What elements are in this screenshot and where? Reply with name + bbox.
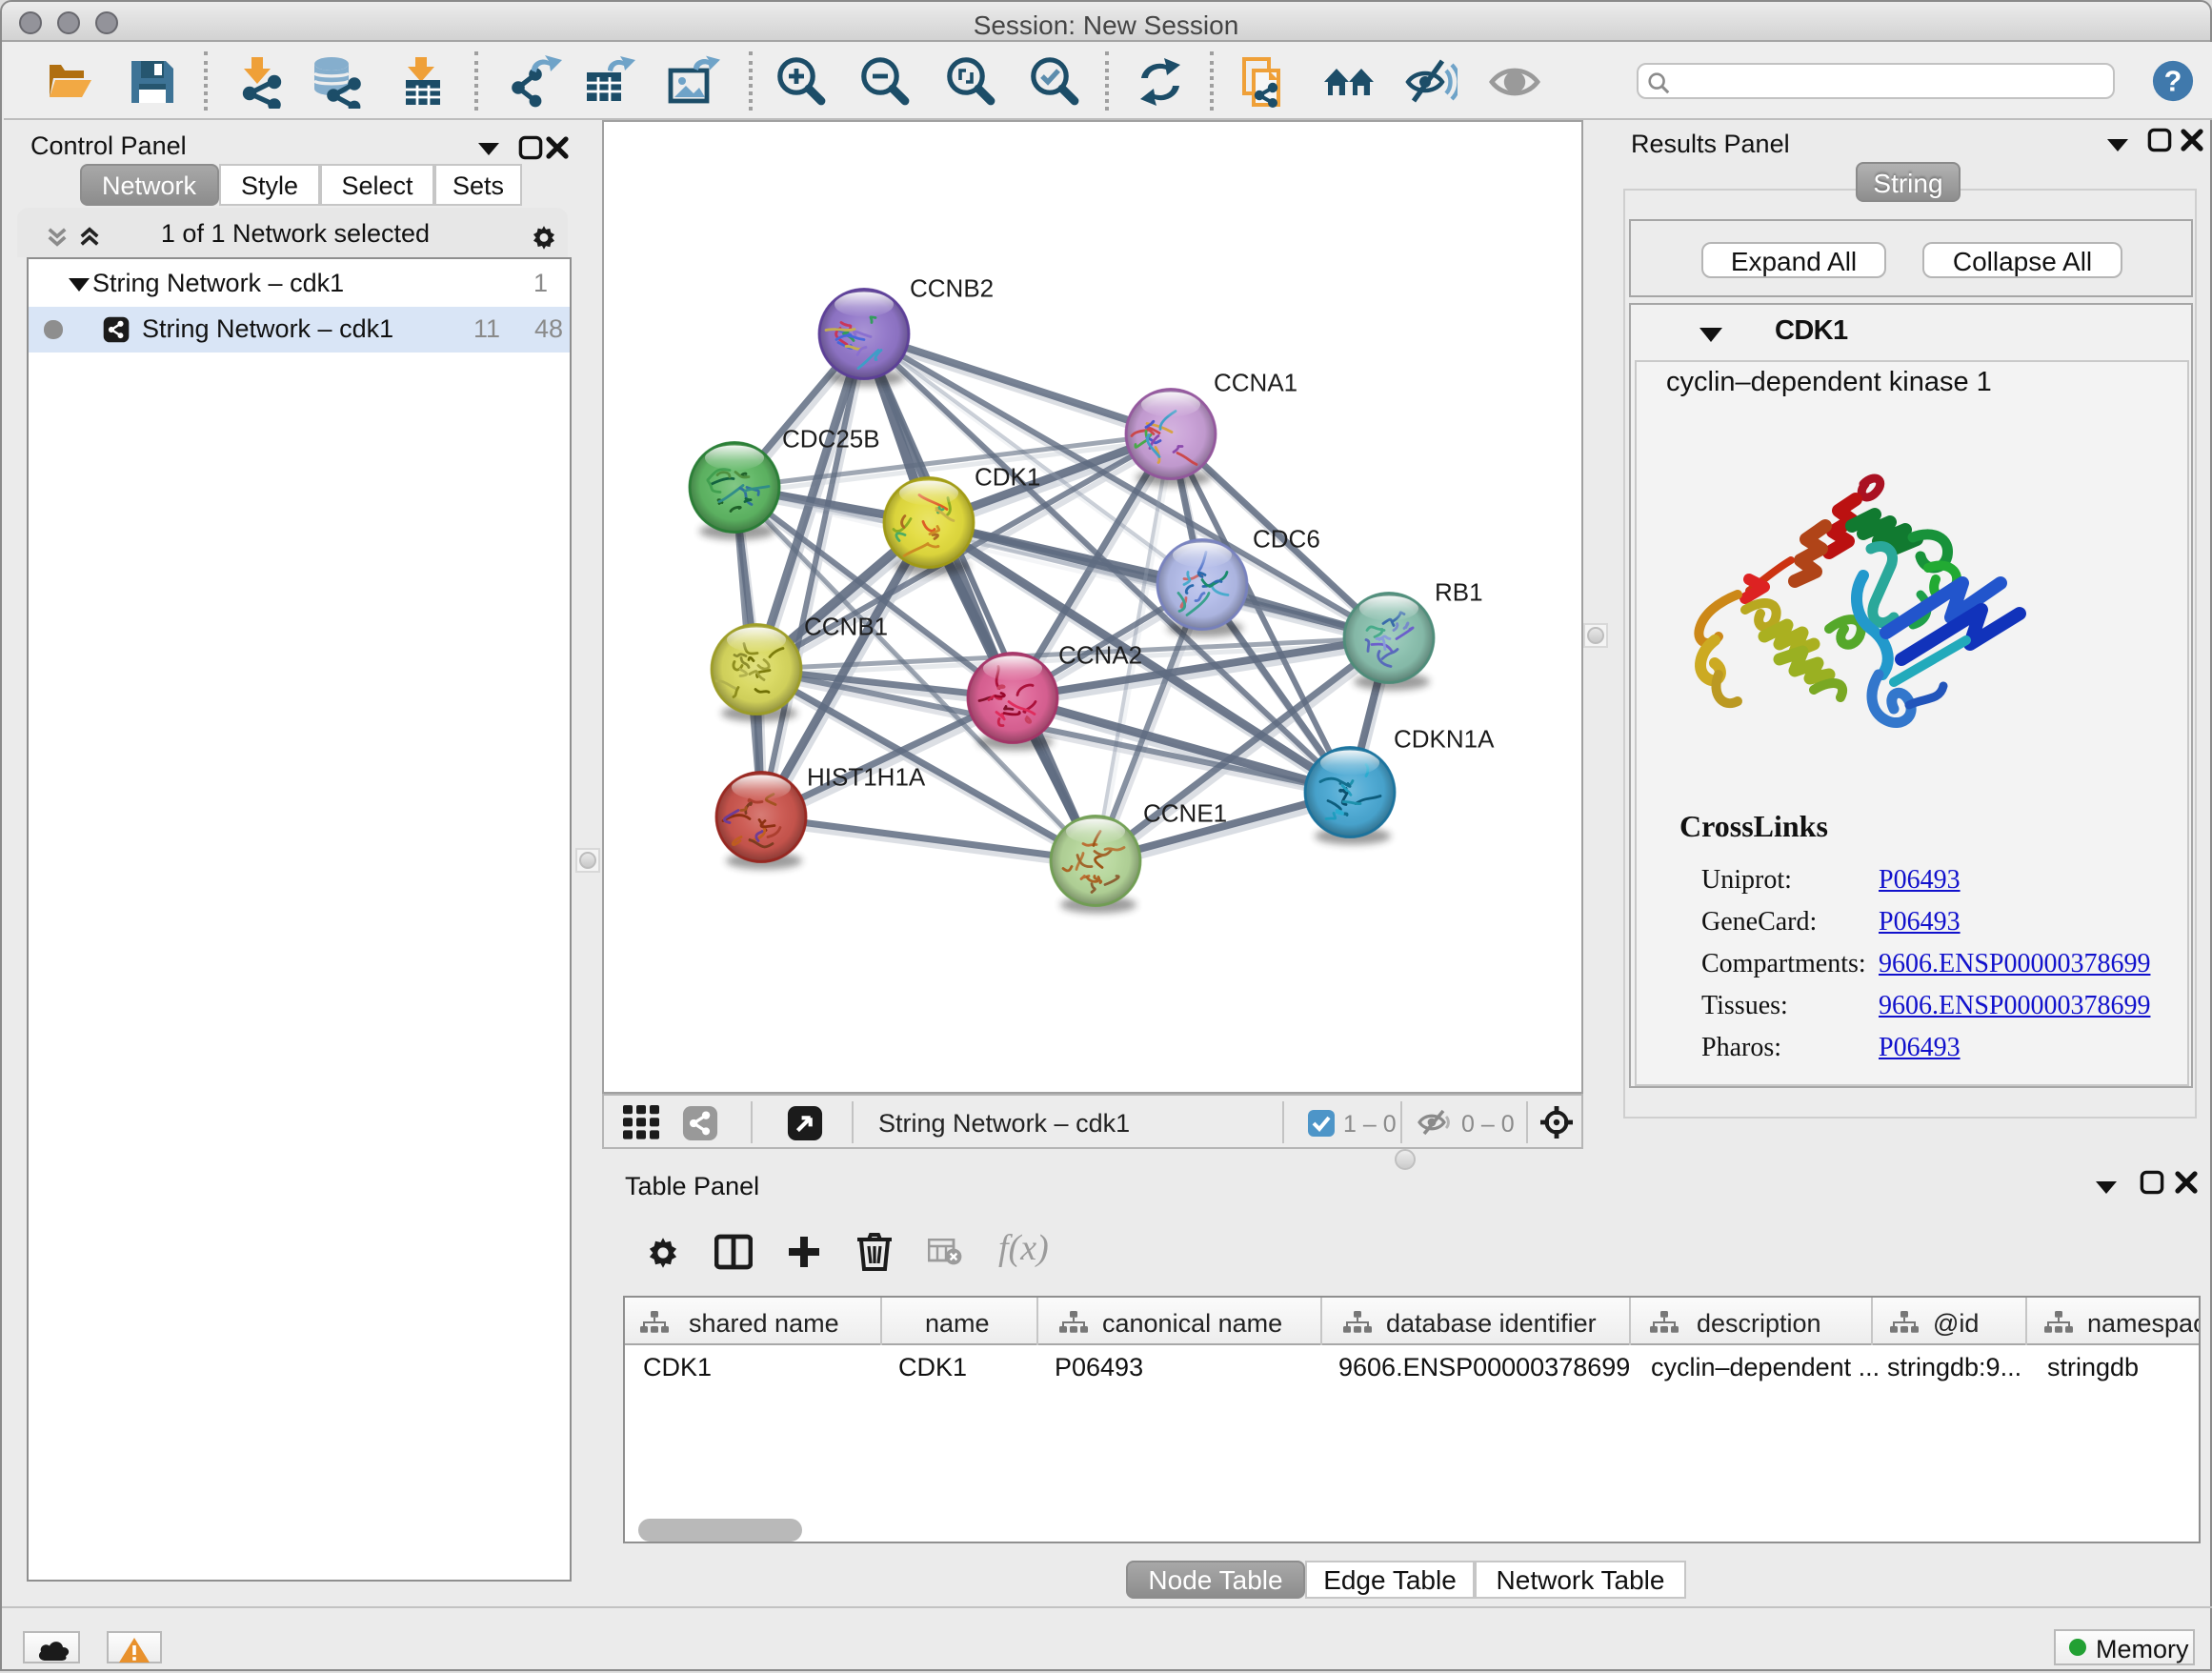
svg-text:CDK1: CDK1 (975, 463, 1040, 492)
svg-text:?: ? (2164, 66, 2182, 98)
svg-text:HIST1H1A: HIST1H1A (807, 763, 926, 792)
svg-text:CCNE1: CCNE1 (1143, 799, 1227, 828)
svg-text:CCNA2: CCNA2 (1058, 641, 1142, 670)
svg-text:CDC6: CDC6 (1253, 525, 1320, 554)
svg-text:CCNB1: CCNB1 (804, 613, 888, 641)
svg-text:RB1: RB1 (1435, 578, 1483, 607)
svg-text:CDC25B: CDC25B (782, 425, 880, 454)
svg-text:CCNA1: CCNA1 (1214, 369, 1297, 397)
svg-text:CDKN1A: CDKN1A (1394, 725, 1495, 754)
svg-text:CCNB2: CCNB2 (910, 274, 994, 303)
